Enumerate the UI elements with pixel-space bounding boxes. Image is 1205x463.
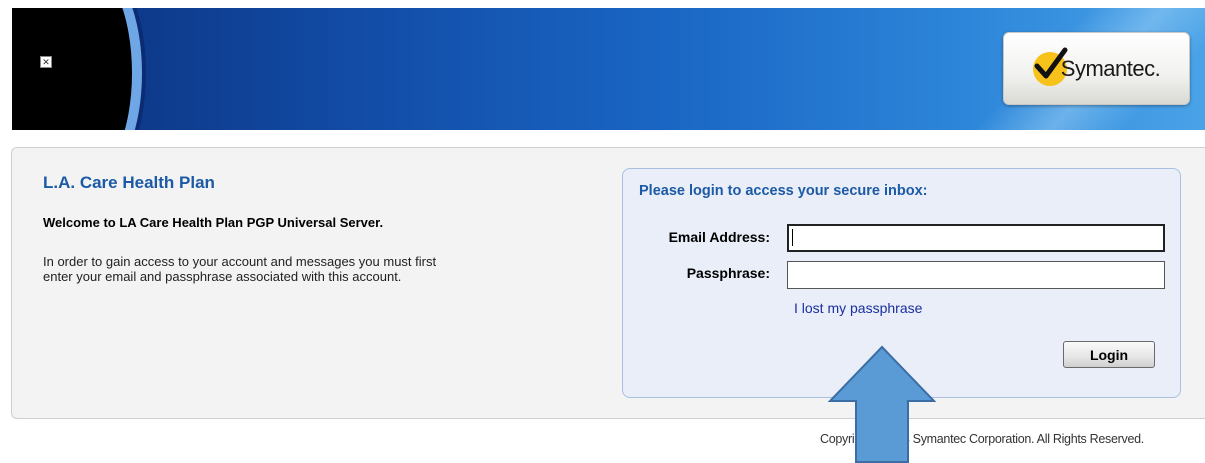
login-heading: Please login to access your secure inbox… <box>639 183 928 199</box>
instructions-line-2: enter your email and passphrase associat… <box>43 269 402 284</box>
annotation-arrow-icon <box>827 345 937 463</box>
lost-passphrase-link[interactable]: I lost my passphrase <box>794 300 922 316</box>
text-caret <box>792 229 793 246</box>
broken-image-icon: ✕ <box>40 56 52 68</box>
page-title: L.A. Care Health Plan <box>43 173 215 192</box>
passphrase-label: Passphrase: <box>686 265 770 281</box>
logo-text: Symantec. <box>1060 55 1161 81</box>
instructions-line-1: In order to gain access to your account … <box>43 254 437 269</box>
symantec-logo: Symantec. <box>1003 32 1190 105</box>
passphrase-field[interactable] <box>787 261 1165 289</box>
instructions-text: In order to gain access to your account … <box>43 254 623 284</box>
email-label: Email Address: <box>668 229 770 245</box>
banner-curve-decoration <box>42 8 132 130</box>
login-button[interactable]: Login <box>1063 341 1155 368</box>
welcome-text: Welcome to LA Care Health Plan PGP Unive… <box>43 215 384 230</box>
email-field[interactable] <box>787 224 1165 252</box>
